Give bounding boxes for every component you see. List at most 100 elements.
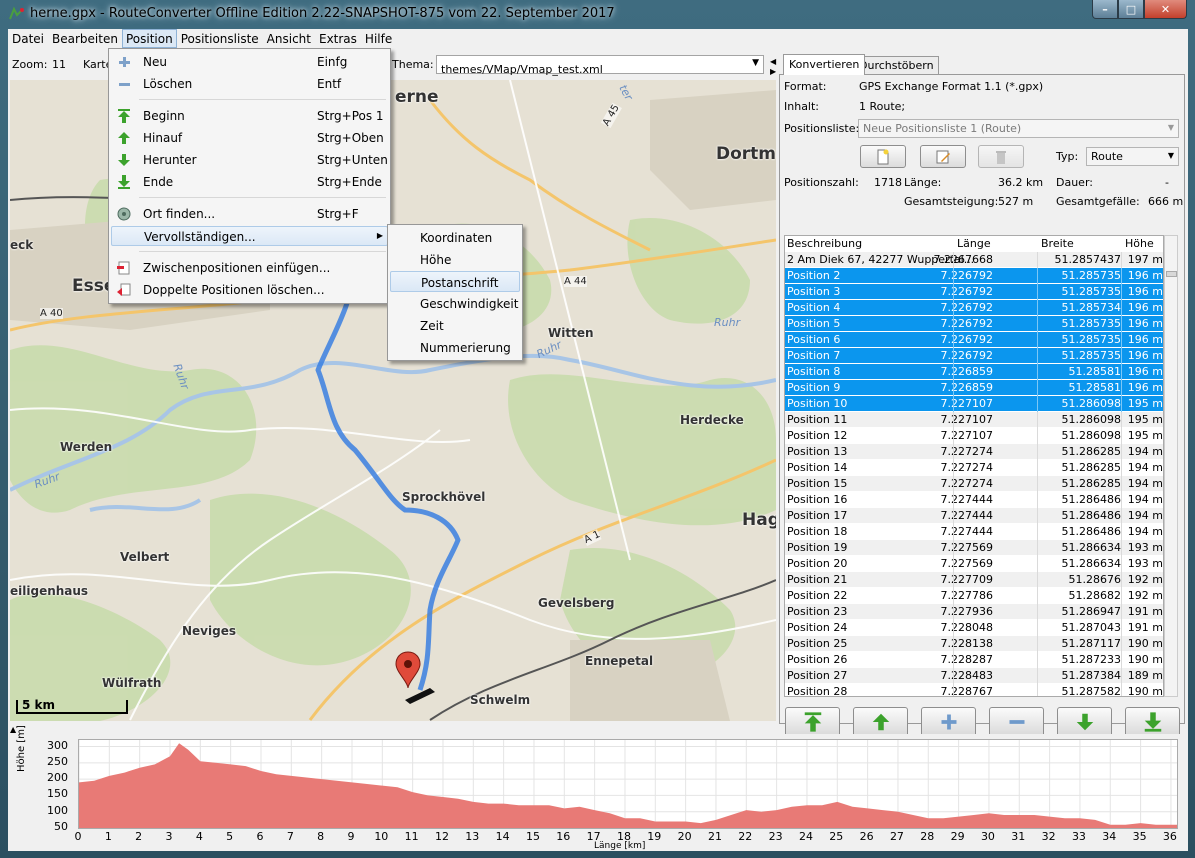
menu-item-ende[interactable]: Ende Strg+Ende [111,172,388,192]
column-header-hoehe[interactable]: Höhe [1125,237,1154,250]
table-row[interactable]: Position 13 7.227274 51.286285 194 m [785,444,1163,460]
submenu-item-geschwindigkeit[interactable]: Geschwindigkeit [390,293,520,314]
menu-item-zwischenpositionen[interactable]: Zwischenpositionen einfügen... [111,258,388,278]
x-tick-label: 14 [495,830,510,843]
x-tick-label: 3 [165,830,173,843]
column-divider [1121,508,1122,524]
minimize-button[interactable]: – [1092,0,1118,19]
add-position-button[interactable] [921,707,976,737]
table-row[interactable]: Position 12 7.227107 51.286098 195 m [785,428,1163,444]
scrollbar-thumb[interactable] [1166,271,1177,277]
place-ennepetal: Ennepetal [585,654,654,668]
table-row[interactable]: Position 24 7.228048 51.287043 191 m [785,620,1163,636]
menu-position[interactable]: Position [121,29,177,48]
positions-table[interactable]: Beschreibung Länge Breite Höhe 2 Am Diek… [784,235,1164,697]
table-cell-h: 193 m [1127,557,1163,570]
place-hagen: Hag [742,510,776,530]
menu-item-label: Doppelte Positionen löschen... [143,283,325,297]
elevation-chart[interactable] [78,739,1178,829]
table-row[interactable]: Position 20 7.227569 51.286634 193 m [785,556,1163,572]
tab-durchstoebern[interactable]: Durchstöbern [854,56,939,74]
menu-ansicht[interactable]: Ansicht [263,29,315,48]
column-divider [1121,268,1122,284]
table-row[interactable]: Position 26 7.228287 51.287233 190 m [785,652,1163,668]
table-row[interactable]: Position 16 7.227444 51.286486 194 m [785,492,1163,508]
menu-extras[interactable]: Extras [315,29,361,48]
table-cell-lat: 51.286098 [1061,413,1122,426]
close-button[interactable]: ✕ [1144,0,1187,19]
menu-item-loeschen[interactable]: Löschen Entf [111,74,388,94]
menu-positionsliste[interactable]: Positionsliste [177,29,263,48]
column-divider [953,444,954,460]
column-header-beschreibung[interactable]: Beschreibung [787,237,862,250]
tab-konvertieren[interactable]: Konvertieren [783,54,866,75]
table-cell-d: Position 22 [787,589,848,602]
table-cell-h: 196 m [1127,381,1163,394]
submenu-item-zeit[interactable]: Zeit [390,315,520,336]
table-row[interactable]: Position 21 7.227709 51.28676 192 m [785,572,1163,588]
menu-item-vervollstaendigen[interactable]: Vervollständigen... ▶ [111,226,388,246]
table-row[interactable]: Position 3 7.226792 51.285735 196 m [785,284,1163,300]
submenu-item-postanschrift[interactable]: Postanschrift [390,271,520,292]
menu-item-neu[interactable]: Neu Einfg [111,52,388,72]
table-row[interactable]: Position 23 7.227936 51.286947 191 m [785,604,1163,620]
poslist-select[interactable]: Neue Positionsliste 1 (Route) ▼ [858,119,1179,138]
table-row[interactable]: Position 15 7.227274 51.286285 194 m [785,476,1163,492]
column-header-breite[interactable]: Breite [1041,237,1074,250]
table-row[interactable]: Position 17 7.227444 51.286486 194 m [785,508,1163,524]
table-row[interactable]: Position 4 7.226792 51.285734 196 m [785,300,1163,316]
menu-item-herunter[interactable]: Herunter Strg+Unten [111,150,388,170]
column-divider [1037,412,1038,428]
table-cell-lat: 51.285734 [1061,301,1122,314]
table-row[interactable]: Position 2 7.226792 51.285735 196 m [785,268,1163,284]
move-up-button[interactable] [853,707,908,737]
table-row[interactable]: Position 5 7.226792 51.285735 196 m [785,316,1163,332]
table-row[interactable]: Position 11 7.227107 51.286098 195 m [785,412,1163,428]
move-down-button[interactable] [1057,707,1112,737]
table-row[interactable]: Position 19 7.227569 51.286634 193 m [785,540,1163,556]
table-scrollbar[interactable] [1164,235,1178,697]
column-header-laenge[interactable]: Länge [957,237,991,250]
rename-list-button[interactable] [920,145,966,168]
menu-datei[interactable]: Datei [8,29,48,48]
table-row[interactable]: Position 22 7.227786 51.28682 192 m [785,588,1163,604]
menu-hilfe[interactable]: Hilfe [361,29,396,48]
move-to-top-button[interactable] [785,707,840,737]
title-bar[interactable]: herne.gpx - RouteConverter Offline Editi… [0,0,1195,29]
table-row[interactable]: Position 8 7.226859 51.28581 196 m [785,364,1163,380]
table-row[interactable]: Position 9 7.226859 51.28581 196 m [785,380,1163,396]
move-to-bottom-button[interactable] [1125,707,1180,737]
menu-bearbeiten[interactable]: Bearbeiten [48,29,122,48]
theme-select[interactable]: themes/VMap/Vmap_test.xml ▼ [436,55,764,76]
table-cell-h: 196 m [1127,301,1163,314]
split-left-arrow-icon[interactable]: ◀ [770,57,776,66]
table-row[interactable]: 2 Am Diek 67, 42277 Wuppertal... 7.226766… [785,252,1163,268]
table-row[interactable]: Position 28 7.228767 51.287582 190 m [785,684,1163,696]
table-row[interactable]: Position 25 7.228138 51.287117 190 m [785,636,1163,652]
menu-item-doppelte-loeschen[interactable]: Doppelte Positionen löschen... [111,280,388,300]
column-divider [953,620,954,636]
menu-item-beginn[interactable]: Beginn Strg+Pos 1 [111,106,388,126]
table-row[interactable]: Position 14 7.227274 51.286285 194 m [785,460,1163,476]
table-cell-d: Position 23 [787,605,848,618]
delete-position-button[interactable] [989,707,1044,737]
table-row[interactable]: Position 10 7.227107 51.286098 195 m [785,396,1163,412]
table-row[interactable]: Position 27 7.228483 51.287384 189 m [785,668,1163,684]
menu-item-hinauf[interactable]: Hinauf Strg+Oben [111,128,388,148]
table-row[interactable]: Position 7 7.226792 51.285735 196 m [785,348,1163,364]
table-row[interactable]: Position 6 7.226792 51.285735 196 m [785,332,1163,348]
column-divider [953,604,954,620]
split-right-arrow-icon[interactable]: ▶ [770,67,776,76]
submenu-item-nummerierung[interactable]: Nummerierung [390,337,520,358]
new-list-button[interactable] [860,145,906,168]
submenu-item-koordinaten[interactable]: Koordinaten [390,227,520,248]
column-divider [1037,396,1038,412]
menu-item-ort-finden[interactable]: Ort finden... Strg+F [111,204,388,224]
column-divider [1121,332,1122,348]
table-row[interactable]: Position 18 7.227444 51.286486 194 m [785,524,1163,540]
delete-list-button[interactable] [978,145,1024,168]
type-select[interactable]: Route ▼ [1086,147,1179,166]
submenu-item-hoehe[interactable]: Höhe [390,249,520,270]
maximize-button[interactable]: □ [1118,0,1144,19]
column-divider [953,364,954,380]
